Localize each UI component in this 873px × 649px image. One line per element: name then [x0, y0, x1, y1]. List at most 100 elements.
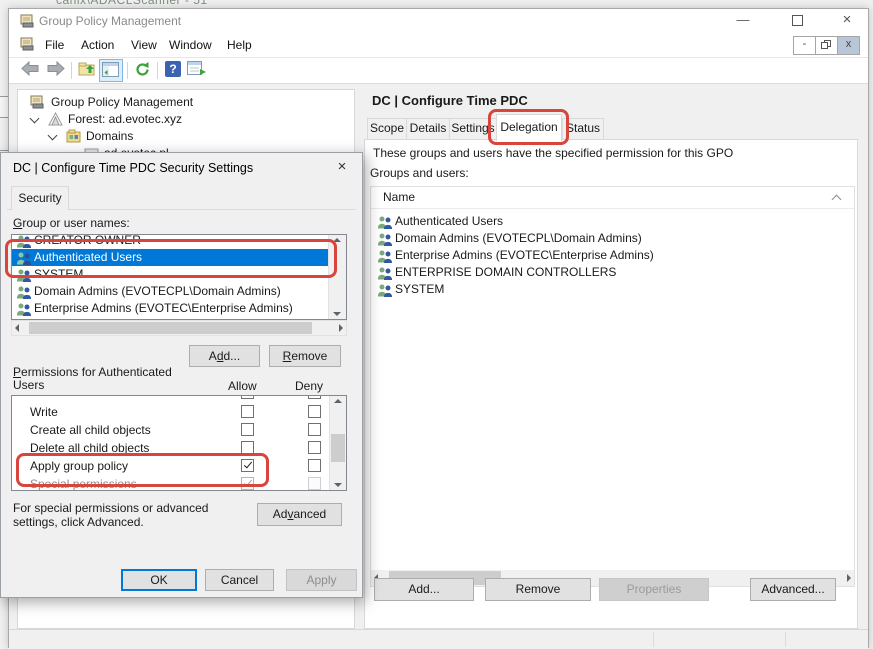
restore-icon	[821, 40, 832, 50]
groups-and-users-label: Groups and users:	[370, 166, 469, 180]
group-icon	[16, 251, 32, 265]
maximize-button[interactable]	[780, 9, 814, 33]
deny-checkbox[interactable]	[308, 423, 321, 436]
background-window-text: canix\ADACLScanner - 51	[56, 0, 208, 7]
group-icon	[377, 249, 393, 263]
group-icon	[377, 283, 393, 297]
up-one-level-icon[interactable]	[78, 61, 96, 77]
toolbar-separator	[127, 62, 128, 79]
mdi-minimize-button[interactable]: -	[793, 36, 816, 55]
menu-bar: File Action View Window Help - x	[9, 33, 868, 58]
chevron-down-icon[interactable]	[48, 131, 58, 141]
menu-view[interactable]: View	[127, 37, 161, 53]
horizontal-scrollbar[interactable]	[11, 320, 347, 336]
user-row[interactable]: CREATOR OWNER	[12, 234, 329, 249]
delegation-description: These groups and users have the specifie…	[373, 146, 733, 160]
name-column-header[interactable]: Name	[371, 187, 854, 209]
deny-checkbox[interactable]	[308, 459, 321, 472]
allow-checkbox[interactable]	[241, 441, 254, 454]
user-row[interactable]: SYSTEM	[12, 266, 329, 283]
tab-details[interactable]: Details	[406, 118, 450, 140]
cancel-button[interactable]: Cancel	[205, 569, 274, 591]
deny-checkbox-disabled	[308, 477, 321, 490]
tab-settings[interactable]: Settings	[449, 118, 497, 140]
dialog-close-button[interactable]: ×	[332, 158, 352, 175]
menu-help[interactable]: Help	[223, 37, 256, 53]
deny-checkbox[interactable]	[308, 395, 321, 399]
scroll-left-icon[interactable]	[15, 324, 19, 332]
advanced-button[interactable]: Advanced	[257, 503, 342, 526]
tab-security[interactable]: Security	[11, 186, 69, 210]
chevron-down-icon[interactable]	[30, 114, 40, 124]
delegation-add-button[interactable]: Add...	[374, 578, 474, 601]
scrollbar-thumb[interactable]	[331, 434, 345, 462]
group-row[interactable]: Domain Admins (EVOTECPL\Domain Admins)	[371, 230, 854, 247]
permission-row[interactable]: Create all child objects	[12, 421, 346, 439]
console-tree-icon	[102, 62, 119, 77]
refresh-icon[interactable]	[134, 61, 151, 78]
help-icon[interactable]: ?	[165, 61, 181, 77]
scroll-down-icon[interactable]	[333, 312, 341, 316]
delegation-properties-button: Properties	[599, 578, 709, 601]
group-row[interactable]: SYSTEM	[371, 281, 854, 298]
status-bar-divider	[653, 632, 654, 647]
gpm-root-icon	[30, 95, 45, 109]
vertical-scrollbar[interactable]	[328, 235, 346, 319]
scroll-right-icon[interactable]	[847, 574, 851, 582]
back-icon[interactable]	[21, 61, 39, 76]
permission-row-apply-group-policy[interactable]: Apply group policy	[12, 457, 346, 475]
minimize-button[interactable]: —	[726, 9, 760, 33]
group-row[interactable]: ENTERPRISE DOMAIN CONTROLLERS	[371, 264, 854, 281]
mdi-close-button[interactable]: x	[837, 36, 860, 55]
group-icon	[16, 285, 32, 299]
tab-scope[interactable]: Scope	[367, 118, 407, 140]
permission-row-clipped[interactable]	[12, 395, 346, 402]
scroll-up-icon[interactable]	[334, 399, 342, 403]
scroll-down-icon[interactable]	[334, 483, 342, 487]
show-console-tree-button[interactable]	[99, 59, 123, 82]
groups-list: Name Authenticated Users Domain Admins (…	[370, 186, 855, 587]
permission-row[interactable]: Write	[12, 403, 346, 421]
group-icon	[377, 232, 393, 246]
allow-checkbox-checked[interactable]	[241, 459, 254, 472]
user-row[interactable]: Domain Admins (EVOTECPL\Domain Admins)	[12, 283, 329, 300]
user-row[interactable]: Enterprise Admins (EVOTEC\Enterprise Adm…	[12, 300, 329, 317]
close-button[interactable]: ×	[830, 9, 864, 33]
user-row-selected[interactable]: Authenticated Users	[12, 249, 329, 266]
delegation-remove-button[interactable]: Remove	[485, 578, 591, 601]
domains-icon	[66, 129, 82, 143]
remove-button[interactable]: Remove	[269, 345, 341, 367]
tab-status[interactable]: Status	[562, 118, 604, 140]
export-list-icon[interactable]	[187, 61, 207, 77]
scrollbar-thumb[interactable]	[29, 322, 312, 334]
scroll-up-icon[interactable]	[333, 238, 341, 242]
permission-row[interactable]: Delete all child objects	[12, 439, 346, 457]
scroll-right-icon[interactable]	[339, 324, 343, 332]
group-user-list: CREATOR OWNER Authenticated Users SYSTEM…	[11, 234, 347, 320]
vertical-scrollbar[interactable]	[329, 396, 346, 490]
group-row[interactable]: Enterprise Admins (EVOTEC\Enterprise Adm…	[371, 247, 854, 264]
toolbar-separator	[157, 62, 158, 79]
mdi-restore-button[interactable]	[815, 36, 838, 55]
maximize-icon	[792, 15, 803, 26]
toolbar: ?	[9, 58, 868, 84]
forward-icon[interactable]	[47, 61, 65, 76]
advanced-note: For special permissions or advanced sett…	[13, 501, 251, 529]
deny-checkbox[interactable]	[308, 405, 321, 418]
allow-checkbox[interactable]	[241, 395, 254, 399]
gpmc-app-icon	[20, 14, 35, 28]
group-row[interactable]: Authenticated Users	[371, 213, 854, 230]
deny-checkbox[interactable]	[308, 441, 321, 454]
add-button[interactable]: Add...	[189, 345, 260, 367]
menu-file[interactable]: File	[41, 37, 68, 53]
tab-delegation[interactable]: Delegation	[496, 114, 562, 141]
tree-item-label: Group Policy Management	[51, 94, 193, 111]
tree-item-label: Forest: ad.evotec.xyz	[68, 111, 182, 128]
allow-checkbox[interactable]	[241, 423, 254, 436]
ok-button[interactable]: OK	[121, 569, 197, 591]
menu-window[interactable]: Window	[165, 37, 216, 53]
menu-action[interactable]: Action	[77, 37, 118, 53]
allow-column-header: Allow	[228, 379, 257, 393]
delegation-advanced-button[interactable]: Advanced...	[750, 578, 836, 601]
allow-checkbox[interactable]	[241, 405, 254, 418]
